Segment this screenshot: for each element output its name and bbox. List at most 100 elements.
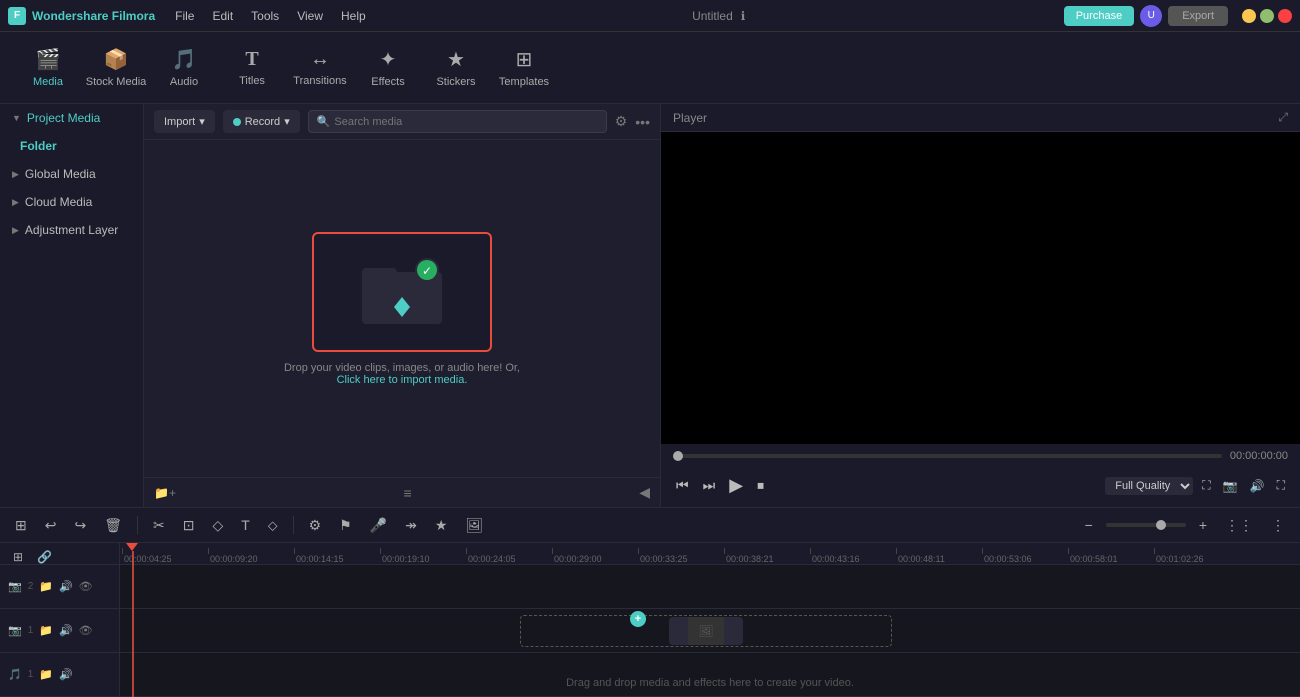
collapse-panel-icon[interactable]: ◀ [639, 484, 650, 501]
ruler-mark-8: 00:00:43:16 [810, 548, 896, 564]
keyframe-button[interactable]: ⬦ [263, 514, 283, 537]
flag-button[interactable]: ⚑ [334, 514, 357, 537]
ruler-mark-10: 00:00:53:06 [982, 548, 1068, 564]
new-folder-icon[interactable]: 📁+ [154, 486, 176, 500]
split-button[interactable]: ✂ [148, 514, 170, 537]
player-expand-icon[interactable]: ⤢ [1278, 110, 1288, 125]
drop-zone[interactable]: ✓ [312, 232, 492, 352]
timeline-expand-button[interactable]: ⋮ [1266, 514, 1290, 537]
avatar[interactable]: U [1140, 5, 1162, 27]
link-button[interactable]: 🔗 [32, 547, 57, 567]
ruler-mark-11: 00:00:58:01 [1068, 548, 1154, 564]
folder-icon-a1[interactable]: 📁 [39, 668, 53, 681]
scrubber-handle[interactable] [673, 451, 683, 461]
menu-tools[interactable]: Tools [243, 6, 287, 26]
folder-icon-t1[interactable]: 📁 [39, 624, 53, 637]
record-label: Record [245, 116, 280, 128]
menu-edit[interactable]: Edit [204, 6, 241, 26]
eye-icon-t2[interactable]: 👁 [79, 580, 93, 593]
mask-button[interactable]: ◇ [207, 514, 228, 537]
zoom-in-button[interactable]: + [1194, 514, 1212, 536]
ruler-mark-4: 00:00:24:05 [466, 548, 552, 564]
transitions-add-button[interactable]: ↠ [400, 514, 422, 537]
media-add-button[interactable]: 🖼 [460, 514, 488, 537]
fit-screen-button[interactable]: ⛶ [1199, 475, 1213, 496]
clip-placeholder: 🖼 [669, 617, 743, 645]
minimize-button[interactable] [1242, 9, 1256, 23]
sidebar-item-folder[interactable]: Folder [0, 132, 143, 160]
play-button[interactable]: ▶ [726, 472, 746, 499]
search-input[interactable] [334, 116, 597, 128]
search-box[interactable]: 🔍 [308, 110, 607, 133]
rewind-button[interactable]: ⏮ [673, 474, 692, 497]
fullscreen-button[interactable]: ⛶ [1274, 475, 1288, 496]
toolbar-item-transitions[interactable]: ↔ Transitions [288, 38, 352, 98]
crop-button[interactable]: ⊡ [178, 514, 200, 537]
snapshot-button[interactable]: 📷 [1220, 476, 1241, 496]
playhead[interactable] [132, 543, 134, 697]
maximize-button[interactable] [1260, 9, 1274, 23]
purchase-button[interactable]: Purchase [1064, 6, 1134, 26]
volume-icon-a1[interactable]: 🔊 [59, 668, 73, 681]
menu-help[interactable]: Help [333, 6, 374, 26]
sidebar-item-cloud-media[interactable]: ▶ Cloud Media [0, 188, 143, 216]
volume-button[interactable]: 🔊 [1247, 476, 1268, 496]
scrubber-track[interactable] [673, 454, 1222, 458]
more-icon[interactable]: ••• [635, 114, 650, 130]
toolbar-item-media[interactable]: 🎬 Media [16, 38, 80, 98]
record-chevron-icon: ▾ [284, 115, 290, 128]
toolbar-item-stock-media[interactable]: 📦 Stock Media [84, 38, 148, 98]
toolbar-item-titles[interactable]: T Titles [220, 38, 284, 98]
sidebar-item-project-media[interactable]: ▼ Project Media [0, 104, 143, 132]
more-options-button[interactable]: ⋮⋮ [1220, 514, 1258, 537]
eye-icon-t1[interactable]: 👁 [79, 624, 93, 637]
toolbar-label-media: Media [33, 76, 63, 88]
mic-button[interactable]: 🎤 [365, 514, 392, 537]
media-content: ✓ Drop your video clips, images, or audi… [144, 140, 660, 477]
timeline-layout-button[interactable]: ⊞ [10, 514, 32, 537]
add-clip-button[interactable]: + [630, 611, 646, 627]
toolbar-label-transitions: Transitions [293, 75, 346, 87]
export-button[interactable]: Export [1168, 6, 1228, 26]
import-label: Import [164, 116, 195, 128]
left-panel: ▼ Project Media Folder ▶ Global Media ▶ … [0, 104, 144, 507]
redo-button[interactable]: ↪ [69, 514, 91, 537]
import-chevron-icon: ▾ [199, 115, 205, 128]
title-bar: F Wondershare Filmora File Edit Tools Vi… [0, 0, 1300, 32]
playhead-head [126, 543, 138, 551]
toolbar-item-stickers[interactable]: ★ Stickers [424, 38, 488, 98]
toolbar-item-effects[interactable]: ✦ Effects [356, 38, 420, 98]
import-link[interactable]: Click here to import media. [337, 374, 468, 386]
toolbar-item-audio[interactable]: 🎵 Audio [152, 38, 216, 98]
quality-select[interactable]: Full Quality 1/2 Quality 1/4 Quality [1105, 477, 1193, 495]
volume-icon-t2[interactable]: 🔊 [59, 580, 73, 593]
menu-file[interactable]: File [167, 6, 202, 26]
folder-icon-t2[interactable]: 📁 [39, 580, 53, 593]
clip-drop-zone[interactable]: 🖼 [520, 615, 892, 647]
player-panel: Player ⤢ 00:00:00:00 ⏮ ⏭ ▶ ⏹ Full Qualit… [660, 104, 1300, 507]
list-view-icon[interactable]: ≡ [404, 485, 412, 501]
toolbar-item-templates[interactable]: ⊞ Templates [492, 38, 556, 98]
text-button[interactable]: T [236, 514, 255, 536]
stop-button[interactable]: ⏹ [754, 474, 767, 497]
sidebar-item-adjustment-layer[interactable]: ▶ Adjustment Layer [0, 216, 143, 244]
zoom-out-button[interactable]: − [1080, 514, 1098, 536]
effects-add-button[interactable]: ★ [430, 514, 453, 537]
zoom-slider[interactable] [1106, 523, 1186, 527]
zoom-track [1106, 523, 1186, 527]
close-button[interactable] [1278, 9, 1292, 23]
delete-button[interactable]: 🗑 [99, 514, 127, 537]
zoom-handle[interactable] [1156, 520, 1166, 530]
info-icon[interactable]: ℹ [741, 9, 746, 23]
sidebar-label-folder: Folder [20, 139, 57, 153]
menu-view[interactable]: View [289, 6, 331, 26]
step-forward-button[interactable]: ⏭ [700, 474, 719, 497]
filter-icon[interactable]: ⚙ [615, 113, 628, 130]
settings-button[interactable]: ⚙ [304, 514, 327, 537]
add-track-button[interactable]: ⊞ [8, 547, 28, 567]
undo-button[interactable]: ↩ [40, 514, 62, 537]
sidebar-item-global-media[interactable]: ▶ Global Media [0, 160, 143, 188]
volume-icon-t1[interactable]: 🔊 [59, 624, 73, 637]
record-button[interactable]: Record ▾ [223, 110, 300, 133]
import-button[interactable]: Import ▾ [154, 110, 215, 133]
